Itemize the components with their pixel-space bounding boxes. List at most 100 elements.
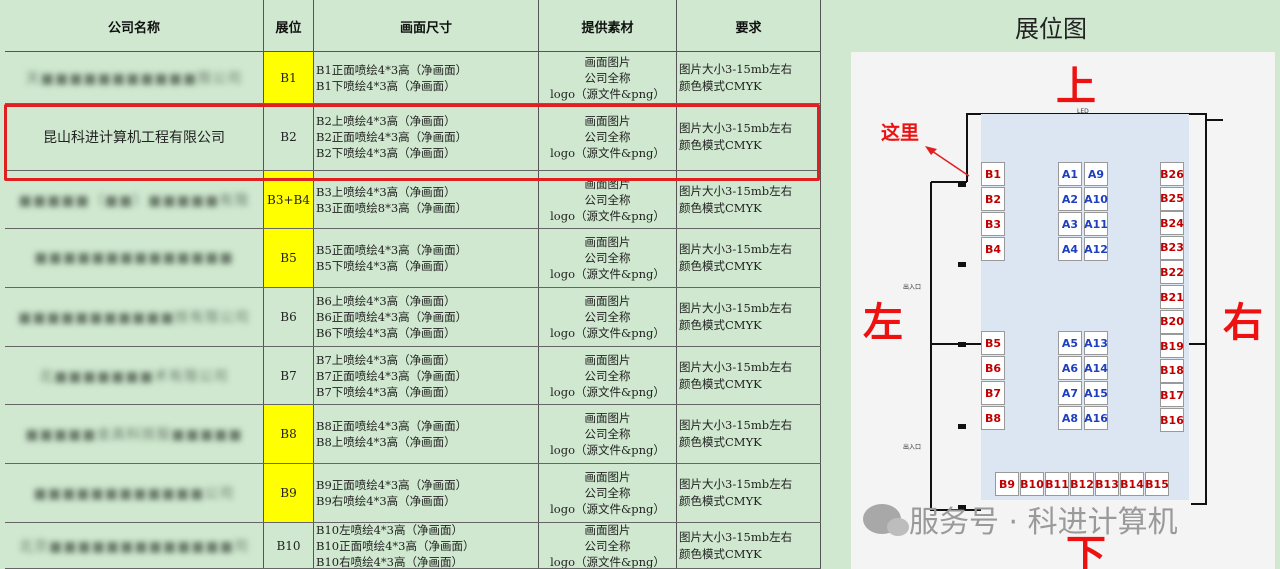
booth-a11[interactable]: A11 bbox=[1084, 212, 1108, 236]
booth-a16[interactable]: A16 bbox=[1084, 406, 1108, 430]
requirements-cell[interactable]: 图片大小3-15mb左右 颜色模式CMYK bbox=[677, 229, 821, 287]
position-cell[interactable]: B7 bbox=[264, 347, 314, 404]
table-row[interactable]: 北京■■■■■■■■■■■■■司 B10 B10左喷绘4*3高（净画面） B10正面喷… bbox=[5, 523, 821, 569]
booth-a4[interactable]: A4 bbox=[1058, 237, 1082, 261]
material-line: 公司全称 bbox=[584, 310, 631, 324]
material-line: logo（源文件&png） bbox=[550, 443, 665, 457]
position-cell[interactable]: B10 bbox=[264, 523, 314, 568]
col-header-materials[interactable]: 提供素材 bbox=[539, 0, 677, 52]
booth-a5[interactable]: A5 bbox=[1058, 331, 1082, 355]
company-cell[interactable]: ■■■■■金高科技股■■■■■ bbox=[5, 405, 264, 463]
booth-a7[interactable]: A7 bbox=[1058, 381, 1082, 405]
booth-b2[interactable]: B2 bbox=[981, 187, 1005, 211]
booth-b7[interactable]: B7 bbox=[981, 381, 1005, 405]
materials-cell[interactable]: 画面图片 公司全称 logo（源文件&png） bbox=[539, 464, 677, 522]
booth-a10[interactable]: A10 bbox=[1084, 187, 1108, 211]
position-cell[interactable]: B5 bbox=[264, 229, 314, 287]
booth-b13[interactable]: B13 bbox=[1095, 472, 1119, 496]
booth-b24[interactable]: B24 bbox=[1160, 211, 1184, 236]
booth-b15[interactable]: B15 bbox=[1145, 472, 1169, 496]
company-cell[interactable]: ■■■■■■■■■■■技有限公司 bbox=[5, 288, 264, 346]
booth-b8[interactable]: B8 bbox=[981, 406, 1005, 430]
booth-b9[interactable]: B9 bbox=[995, 472, 1019, 496]
position-cell[interactable]: B9 bbox=[264, 464, 314, 522]
col-header-company[interactable]: 公司名称 bbox=[5, 0, 264, 52]
company-name: ■■■■■（■■）■■■■■有限 bbox=[18, 192, 250, 209]
booth-a3[interactable]: A3 bbox=[1058, 212, 1082, 236]
material-line: 公司全称 bbox=[584, 192, 631, 207]
table-row[interactable]: 天■■■■■■■■■■■限公司 B1 B1正面喷绘4*3高（净画面） B1下喷绘4*3… bbox=[5, 52, 821, 104]
size-cell[interactable]: B8正面喷绘4*3高（净画面） B8上喷绘4*3高（净画面） bbox=[314, 405, 539, 463]
booth-b5[interactable]: B5 bbox=[981, 331, 1005, 355]
booth-a12[interactable]: A12 bbox=[1084, 237, 1108, 261]
col-header-size[interactable]: 画面尺寸 bbox=[314, 0, 539, 52]
booth-b21[interactable]: B21 bbox=[1160, 285, 1184, 309]
requirements-cell[interactable]: 图片大小3-15mb左右 颜色模式CMYK bbox=[677, 288, 821, 346]
table-row[interactable]: ■■■■■■■■■■■■公司 B9 B9正面喷绘4*3高（净画面） B9右喷绘4*3高… bbox=[5, 464, 821, 523]
table-row[interactable]: ■■■■■■■■■■■■■■ B5 B5正面喷绘4*3高（净画面） B5下喷绘4*3高… bbox=[5, 229, 821, 288]
booth-a2[interactable]: A2 bbox=[1058, 187, 1082, 211]
size-line: B9正面喷绘4*3高（净画面） bbox=[316, 478, 468, 492]
requirement-line: 图片大小3-15mb左右 bbox=[679, 301, 793, 315]
col-header-position[interactable]: 展位 bbox=[264, 0, 314, 52]
materials-cell[interactable]: 画面图片 公司全称 logo（源文件&png） bbox=[539, 347, 677, 404]
booth-b17[interactable]: B17 bbox=[1160, 383, 1184, 408]
company-cell[interactable]: ■■■■■■■■■■■■■■ bbox=[5, 229, 264, 287]
table-row[interactable]: 北■■■■■■■术有限公司 B7 B7上喷绘4*3高（净画面） B7正面喷绘4*3高（… bbox=[5, 347, 821, 405]
position-cell[interactable]: B6 bbox=[264, 288, 314, 346]
materials-cell[interactable]: 画面图片 公司全称 logo（源文件&png） bbox=[539, 52, 677, 103]
booth-b6[interactable]: B6 bbox=[981, 356, 1005, 380]
size-line: B7下喷绘4*3高（净画面） bbox=[316, 384, 456, 399]
booth-b19[interactable]: B19 bbox=[1160, 334, 1184, 359]
size-cell[interactable]: B1正面喷绘4*3高（净画面） B1下喷绘4*3高（净画面） bbox=[314, 52, 539, 103]
requirements-cell[interactable]: 图片大小3-15mb左右 颜色模式CMYK bbox=[677, 347, 821, 404]
materials-cell[interactable]: 画面图片 公司全称 logo（源文件&png） bbox=[539, 229, 677, 287]
booth-b23[interactable]: B23 bbox=[1160, 235, 1184, 260]
position-cell[interactable]: B1 bbox=[264, 52, 314, 103]
company-cell[interactable]: 天■■■■■■■■■■■限公司 bbox=[5, 52, 264, 103]
booth-a6[interactable]: A6 bbox=[1058, 356, 1082, 380]
booth-b14[interactable]: B14 bbox=[1120, 472, 1144, 496]
booth-b10[interactable]: B10 bbox=[1020, 472, 1044, 496]
size-cell[interactable]: B10左喷绘4*3高（净画面） B10正面喷绘4*3高（净画面） B10右喷绘4*3… bbox=[314, 523, 539, 568]
requirement-line: 图片大小3-15mb左右 bbox=[679, 359, 793, 374]
size-cell[interactable]: B7上喷绘4*3高（净画面） B7正面喷绘4*3高（净画面） B7下喷绘4*3高（净… bbox=[314, 347, 539, 404]
booth-a15[interactable]: A15 bbox=[1084, 381, 1108, 405]
booth-map: LED 出入口 出入口 这里 上 左 右 下 B1 B2 B3 B4 B5 B6 B7 B8 A… bbox=[851, 52, 1275, 569]
booth-b11[interactable]: B11 bbox=[1045, 472, 1069, 496]
size-cell[interactable]: B6上喷绘4*3高（净画面） B6正面喷绘4*3高（净画面） B6下喷绘4*3高（净… bbox=[314, 288, 539, 346]
booth-a9[interactable]: A9 bbox=[1084, 162, 1108, 186]
materials-cell[interactable]: 画面图片 公司全称 logo（源文件&png） bbox=[539, 405, 677, 463]
position-cell[interactable]: B8 bbox=[264, 405, 314, 463]
booth-b12[interactable]: B12 bbox=[1070, 472, 1094, 496]
booth-b26[interactable]: B26 bbox=[1160, 162, 1184, 186]
booth-b16[interactable]: B16 bbox=[1160, 408, 1184, 432]
booth-b18[interactable]: B18 bbox=[1160, 358, 1184, 383]
requirements-cell[interactable]: 图片大小3-15mb左右 颜色模式CMYK bbox=[677, 464, 821, 522]
booth-b4[interactable]: B4 bbox=[981, 237, 1005, 261]
map-title: 展位图 bbox=[1015, 14, 1087, 43]
requirements-cell[interactable]: 图片大小3-15mb左右 颜色模式CMYK bbox=[677, 52, 821, 103]
size-cell[interactable]: B5正面喷绘4*3高（净画面） B5下喷绘4*3高（净画面） bbox=[314, 229, 539, 287]
company-cell[interactable]: ■■■■■■■■■■■■公司 bbox=[5, 464, 264, 522]
requirements-cell[interactable]: 图片大小3-15mb左右 颜色模式CMYK bbox=[677, 523, 821, 568]
booth-a13[interactable]: A13 bbox=[1084, 331, 1108, 355]
booth-a8[interactable]: A8 bbox=[1058, 406, 1082, 430]
table-row[interactable]: ■■■■■■■■■■■技有限公司 B6 B6上喷绘4*3高（净画面） B6正面喷绘4*… bbox=[5, 288, 821, 347]
materials-cell[interactable]: 画面图片 公司全称 logo（源文件&png） bbox=[539, 523, 677, 568]
size-cell[interactable]: B9正面喷绘4*3高（净画面） B9右喷绘4*3高（净画面） bbox=[314, 464, 539, 522]
booth-a14[interactable]: A14 bbox=[1084, 356, 1108, 380]
materials-cell[interactable]: 画面图片 公司全称 logo（源文件&png） bbox=[539, 288, 677, 346]
requirement-line: 颜色模式CMYK bbox=[679, 435, 762, 449]
booth-a1[interactable]: A1 bbox=[1058, 162, 1082, 186]
booth-b25[interactable]: B25 bbox=[1160, 186, 1184, 211]
company-cell[interactable]: 北■■■■■■■术有限公司 bbox=[5, 347, 264, 404]
company-cell[interactable]: 北京■■■■■■■■■■■■■司 bbox=[5, 523, 264, 568]
table-row[interactable]: ■■■■■金高科技股■■■■■ B8 B8正面喷绘4*3高（净画面） B8上喷绘4*3… bbox=[5, 405, 821, 464]
booth-b20[interactable]: B20 bbox=[1160, 309, 1184, 334]
col-header-requirements[interactable]: 要求 bbox=[677, 0, 821, 52]
booth-b3[interactable]: B3 bbox=[981, 212, 1005, 236]
requirements-cell[interactable]: 图片大小3-15mb左右 颜色模式CMYK bbox=[677, 405, 821, 463]
booth-b1[interactable]: B1 bbox=[981, 162, 1005, 186]
booth-b22[interactable]: B22 bbox=[1160, 260, 1184, 285]
